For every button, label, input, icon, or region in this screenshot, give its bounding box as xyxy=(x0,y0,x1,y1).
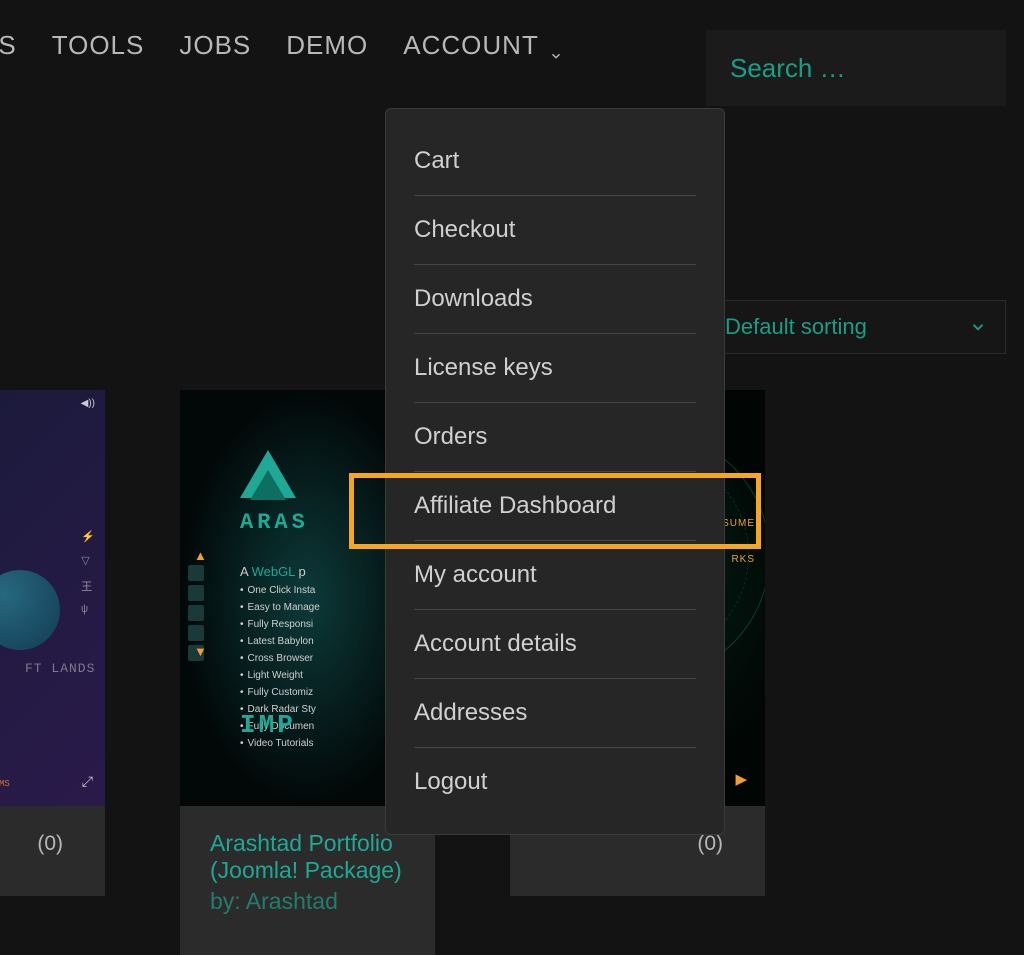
dropdown-item-cart[interactable]: Cart xyxy=(414,127,696,196)
symbol: 王 xyxy=(81,578,95,594)
dropdown-item-account-details[interactable]: Account details xyxy=(414,610,696,679)
product-author: by: Arashtad xyxy=(210,888,415,915)
works-label: RKS xyxy=(731,554,755,565)
sort-select[interactable]: Default sorting xyxy=(706,300,1006,354)
dropdown-item-checkout[interactable]: Checkout xyxy=(414,196,696,265)
nav-item-account[interactable]: ACCOUNT xyxy=(403,30,563,61)
symbol: ψ xyxy=(81,604,95,616)
product-thumbnail: ◀)) opers, and IT tutorials, and s, shta… xyxy=(0,390,105,806)
expand-icon[interactable]: ⤢ xyxy=(82,773,93,790)
sort-label: Default sorting xyxy=(725,314,867,340)
product-card[interactable]: ◀)) opers, and IT tutorials, and s, shta… xyxy=(0,390,105,955)
account-dropdown: Cart Checkout Downloads License keys Ord… xyxy=(385,108,725,835)
dropdown-item-my-account[interactable]: My account xyxy=(414,541,696,610)
chevron-down-icon xyxy=(969,318,987,336)
cms-version: V.1.0.0 ARASHTAD CMS xyxy=(0,768,10,790)
dropdown-item-affiliate-dashboard[interactable]: Affiliate Dashboard xyxy=(414,472,696,541)
search-box[interactable] xyxy=(706,30,1006,106)
nav-item-partial[interactable]: SS xyxy=(0,30,17,61)
symbol: ⚡ xyxy=(81,530,95,544)
symbol-column: ⚡ ▽ 王 ψ xyxy=(81,530,95,616)
webgl-tagline: A WebGL p xyxy=(240,564,306,579)
side-icon xyxy=(188,625,204,641)
brand-logo-icon xyxy=(240,450,296,498)
product-title[interactable]: Arashtad Portfolio (Joomla! Package) xyxy=(210,830,415,884)
dropdown-item-orders[interactable]: Orders xyxy=(414,403,696,472)
rating-count: (0) xyxy=(697,832,745,856)
account-label: ACCOUNT xyxy=(403,30,539,61)
dropdown-item-downloads[interactable]: Downloads xyxy=(414,265,696,334)
dropdown-item-addresses[interactable]: Addresses xyxy=(414,679,696,748)
nav-item-jobs[interactable]: JOBS xyxy=(179,30,251,61)
nav-item-demo[interactable]: DEMO xyxy=(286,30,368,61)
side-icon xyxy=(188,585,204,601)
chevron-down-icon xyxy=(549,39,563,53)
play-icon[interactable]: ▶ xyxy=(735,770,747,788)
globe-icon xyxy=(0,570,60,650)
dropdown-item-license-keys[interactable]: License keys xyxy=(414,334,696,403)
side-icon xyxy=(188,565,204,581)
nav-item-tools[interactable]: TOOLS xyxy=(52,30,145,61)
volume-icon: ◀)) xyxy=(81,398,95,409)
brand-text: ARAS xyxy=(240,510,309,535)
product-footer: (0) xyxy=(0,806,105,896)
nft-label: FT LANDS xyxy=(25,661,95,676)
symbol: ▽ xyxy=(81,554,95,568)
imp-label: IMP xyxy=(240,710,296,740)
top-navigation: SS TOOLS JOBS DEMO ACCOUNT xyxy=(0,0,1024,91)
arrow-up-icon: ▲ xyxy=(194,548,207,563)
rating-count: (0) xyxy=(37,832,85,856)
dropdown-item-logout[interactable]: Logout xyxy=(414,748,696,816)
search-input[interactable] xyxy=(730,53,1024,84)
arrow-down-icon: ▼ xyxy=(194,644,207,659)
side-icon xyxy=(188,605,204,621)
